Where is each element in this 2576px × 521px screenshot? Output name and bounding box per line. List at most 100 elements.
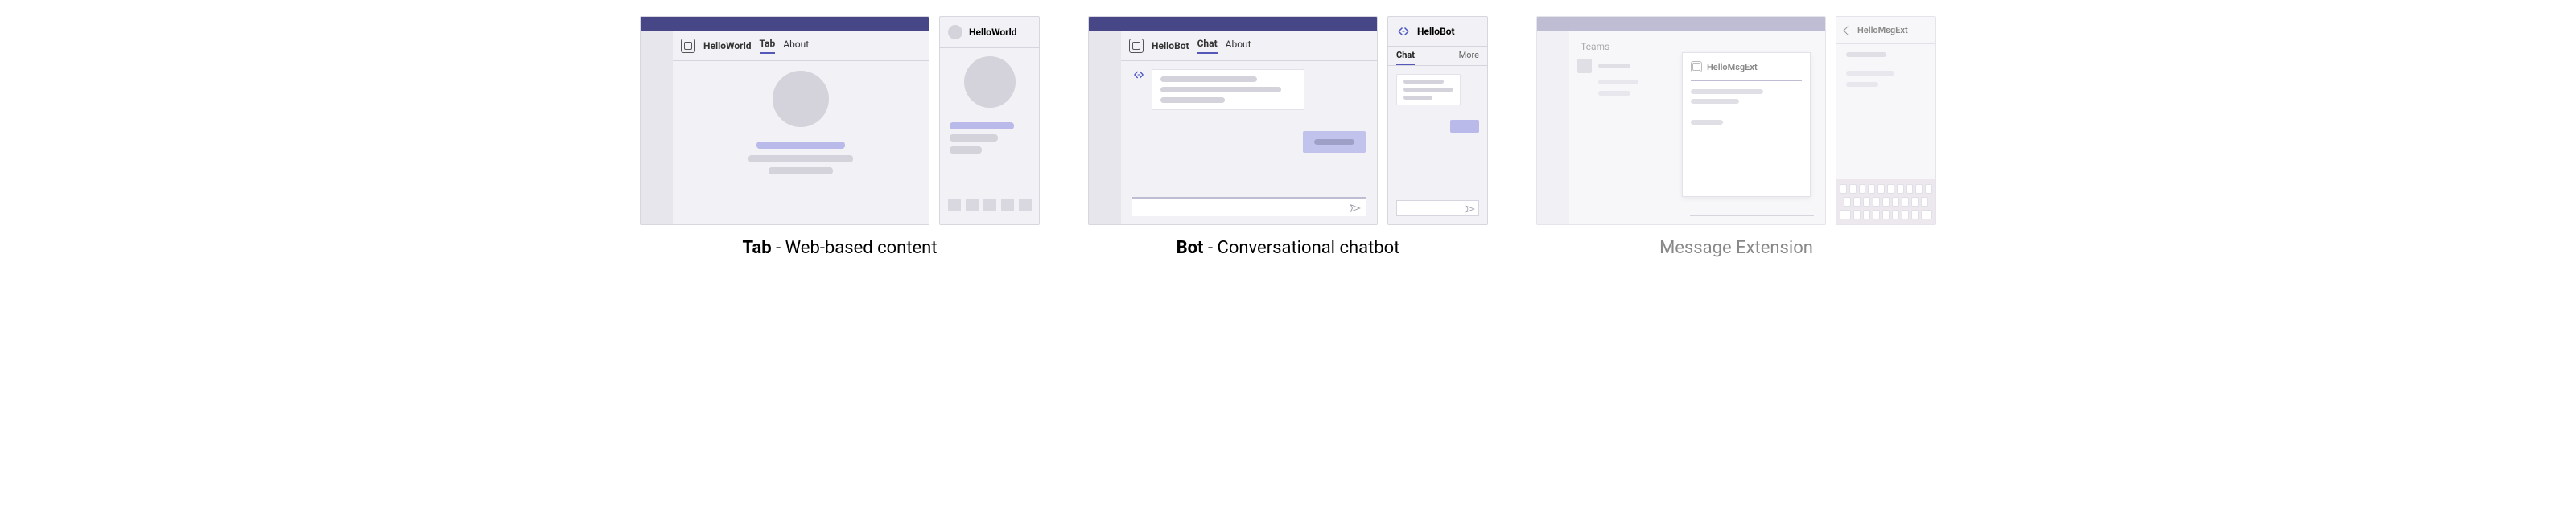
- keyboard-key[interactable]: [1921, 197, 1928, 207]
- left-rail: [1089, 31, 1121, 224]
- keyboard-key[interactable]: [1840, 210, 1851, 219]
- mobile-tab-chat[interactable]: Chat: [1396, 50, 1415, 65]
- reply-line: [1314, 139, 1354, 145]
- nav-item[interactable]: [1001, 199, 1014, 211]
- keyboard-key[interactable]: [1897, 184, 1904, 194]
- tab-about[interactable]: About: [1226, 39, 1251, 53]
- app-name: HelloBot: [1152, 40, 1189, 51]
- msgext-desktop-content: Teams HelloMsgExt: [1569, 31, 1825, 224]
- nav-item[interactable]: [983, 199, 996, 211]
- bot-icon: [1396, 25, 1411, 38]
- avatar-placeholder: [773, 71, 829, 127]
- compose-line: [1690, 215, 1814, 216]
- keyboard-key[interactable]: [1863, 197, 1870, 207]
- channel-placeholder: [1598, 80, 1638, 84]
- nav-item[interactable]: [948, 199, 961, 211]
- tab-chat[interactable]: Chat: [1197, 38, 1218, 54]
- tab-desktop-inner: HelloWorld Tab About: [641, 31, 929, 224]
- keyboard-key[interactable]: [1892, 197, 1899, 207]
- keyboard-key[interactable]: [1915, 184, 1923, 194]
- bot-desktop-inner: HelloBot Chat About: [1089, 31, 1377, 224]
- keyboard-key[interactable]: [1892, 210, 1899, 219]
- nav-item[interactable]: [1019, 199, 1032, 211]
- titlebar: [641, 17, 929, 31]
- bot-message-row: [1132, 69, 1366, 110]
- caption-rest: - Conversational chatbot: [1204, 238, 1400, 258]
- keyboard-key[interactable]: [1925, 184, 1932, 194]
- content-line-accent: [950, 122, 1014, 129]
- keyboard-key[interactable]: [1849, 184, 1857, 194]
- msgext-mobile-window: HelloMsgExt: [1836, 16, 1936, 225]
- keyboard-key[interactable]: [1844, 197, 1851, 207]
- tab-header: HelloWorld Tab About: [673, 31, 929, 61]
- content-line: [748, 155, 853, 162]
- content-line: [950, 146, 982, 154]
- compose-box[interactable]: [1132, 197, 1366, 216]
- list-item[interactable]: [1577, 59, 1670, 73]
- mobile-tab-more[interactable]: More: [1459, 50, 1479, 65]
- bot-body: [1121, 61, 1377, 224]
- mobile-body: [1836, 44, 1935, 179]
- compose-box[interactable]: [1396, 200, 1479, 216]
- mobile-title: HelloBot: [1417, 26, 1455, 37]
- msgext-card[interactable]: HelloMsgExt: [1682, 52, 1811, 197]
- tab-body: [673, 61, 929, 224]
- bot-message-bubble: [1152, 69, 1304, 110]
- titlebar: [1089, 17, 1377, 31]
- keyboard-key[interactable]: [1911, 210, 1919, 219]
- keyboard-key[interactable]: [1853, 197, 1861, 207]
- keyboard-key[interactable]: [1873, 197, 1880, 207]
- message-line: [1403, 80, 1444, 84]
- send-icon[interactable]: [1350, 203, 1361, 213]
- keyboard-key[interactable]: [1840, 184, 1847, 194]
- tab-desktop-content: HelloWorld Tab About: [673, 31, 929, 224]
- keyboard-key[interactable]: [1853, 210, 1861, 219]
- keyboard-key[interactable]: [1906, 184, 1914, 194]
- left-rail: [1537, 31, 1569, 224]
- keyboard-key[interactable]: [1882, 210, 1890, 219]
- keyboard-key[interactable]: [1902, 197, 1909, 207]
- nav-item[interactable]: [966, 199, 979, 211]
- mobile-title: HelloWorld: [969, 27, 1017, 38]
- keyboard-row: [1840, 210, 1932, 219]
- tab-mobile-window: HelloWorld: [939, 16, 1040, 225]
- keyboard-key[interactable]: [1887, 184, 1894, 194]
- send-icon[interactable]: [1465, 205, 1475, 213]
- teams-side-panel: Teams: [1569, 31, 1678, 105]
- bot-desktop-window: HelloBot Chat About: [1088, 16, 1378, 225]
- mobile-title: HelloMsgExt: [1857, 25, 1908, 35]
- tab-tab[interactable]: Tab: [760, 38, 776, 54]
- keyboard-key[interactable]: [1911, 197, 1919, 207]
- keyboard-key[interactable]: [1882, 197, 1890, 207]
- caption-bold: Bot: [1177, 238, 1204, 258]
- message-line: [1160, 87, 1281, 92]
- msgext-card-header: HelloMsgExt: [1691, 61, 1802, 72]
- back-icon[interactable]: [1843, 26, 1852, 35]
- group-tab-pair: HelloWorld Tab About: [640, 16, 1040, 225]
- content-line: [1846, 71, 1894, 76]
- bot-mobile-window: HelloBot Chat More: [1387, 16, 1488, 225]
- keyboard-key[interactable]: [1873, 210, 1880, 219]
- team-icon: [1577, 59, 1592, 73]
- app-name: HelloWorld: [703, 40, 752, 51]
- mobile-body: [940, 48, 1039, 224]
- keyboard-key[interactable]: [1902, 210, 1909, 219]
- content-line: [1846, 82, 1878, 87]
- keyboard-key[interactable]: [1863, 210, 1870, 219]
- app-icon: [1691, 61, 1702, 72]
- keyboard-key[interactable]: [1868, 184, 1875, 194]
- group-bot: HelloBot Chat About: [1088, 16, 1488, 258]
- msgext-card-title: HelloMsgExt: [1707, 62, 1758, 72]
- team-name-placeholder: [1598, 64, 1630, 68]
- tab-about[interactable]: About: [783, 39, 809, 53]
- keyboard-key[interactable]: [1859, 184, 1866, 194]
- keyboard-key[interactable]: [1921, 210, 1932, 219]
- keyboard-key[interactable]: [1877, 184, 1885, 194]
- keyboard[interactable]: [1836, 179, 1935, 224]
- caption-tab: Tab - Web-based content: [742, 238, 937, 258]
- caption-msgext: Message Extension: [1659, 238, 1813, 258]
- mobile-header: HelloMsgExt: [1836, 17, 1935, 44]
- mobile-header: HelloBot: [1388, 17, 1487, 47]
- user-reply-bubble: [1303, 131, 1366, 153]
- divider: [1691, 80, 1802, 81]
